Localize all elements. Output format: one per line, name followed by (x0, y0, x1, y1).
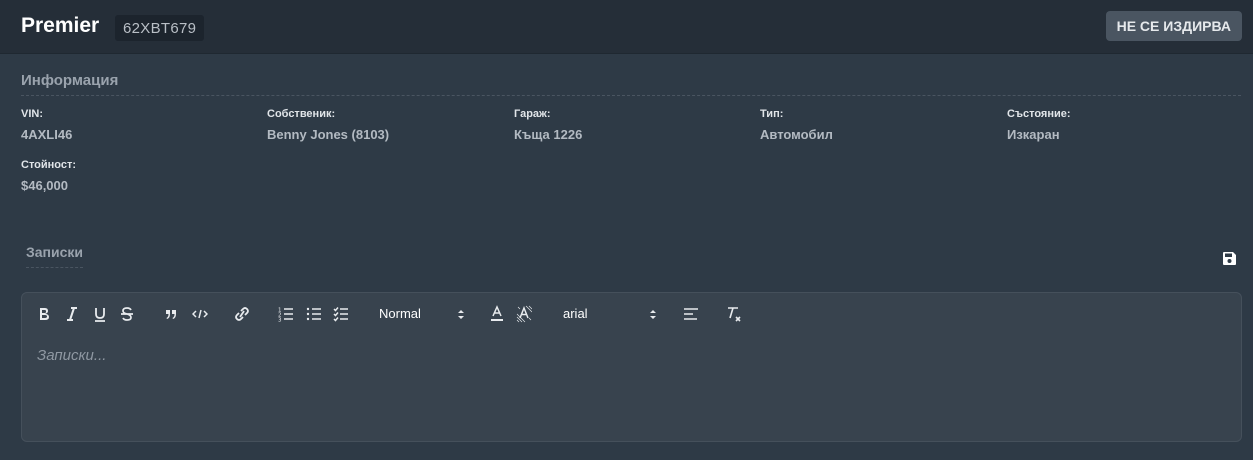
field-value: 4AXLI46 (21, 127, 73, 142)
header-size-value: Normal (379, 306, 421, 321)
ordered-list-icon[interactable]: 123 (278, 305, 294, 323)
plate-badge: 62XBT679 (115, 15, 205, 41)
field-vin: VIN: 4AXLI46 (21, 108, 251, 142)
field-owner: Собственик: Benny Jones (8103) (267, 108, 497, 142)
field-label: VIN: (21, 108, 43, 120)
save-icon[interactable] (1222, 251, 1237, 266)
editor-toolbar: 123 Normal arial (22, 293, 1241, 333)
field-value-price: Стойност: $46,000 (21, 159, 251, 193)
field-label: Собственик: (267, 108, 336, 120)
clear-format-icon[interactable] (726, 305, 742, 323)
field-label: Състояние: (1007, 108, 1071, 120)
field-value: Къща 1226 (514, 127, 583, 142)
blockquote-icon[interactable] (164, 305, 178, 323)
strikethrough-icon[interactable] (120, 305, 134, 323)
field-value: Автомобил (760, 127, 833, 142)
header-size-select[interactable]: Normal (379, 305, 465, 323)
field-state: Състояние: Изкаран (1007, 108, 1237, 142)
notes-section-title: Записки (26, 244, 84, 268)
field-label: Тип: (760, 108, 784, 120)
align-icon[interactable] (683, 305, 699, 323)
link-icon[interactable] (234, 305, 250, 323)
font-family-select[interactable]: arial (563, 305, 657, 323)
field-label: Гараж: (514, 108, 551, 120)
notes-input[interactable]: Записки... (37, 347, 106, 364)
select-arrows-icon (458, 310, 464, 319)
field-label: Стойност: (21, 159, 77, 171)
field-value: Изкаран (1007, 127, 1060, 142)
checklist-icon[interactable] (333, 305, 349, 323)
code-icon[interactable] (192, 305, 208, 323)
field-value: $46,000 (21, 178, 68, 193)
wanted-status-button[interactable]: НЕ СЕ ИЗДИРВА (1105, 11, 1242, 41)
bullet-list-icon[interactable] (306, 305, 322, 323)
svg-text:3: 3 (278, 318, 282, 324)
bold-icon[interactable] (37, 305, 51, 323)
info-section-title: Информация (21, 72, 1241, 96)
select-arrows-icon (650, 310, 656, 319)
italic-icon[interactable] (65, 305, 79, 323)
text-color-icon[interactable] (489, 305, 505, 323)
font-family-value: arial (563, 306, 588, 321)
underline-icon[interactable] (93, 305, 107, 323)
vehicle-header: Premier 62XBT679 НЕ СЕ ИЗДИРВА (0, 0, 1253, 54)
vehicle-model-title: Premier (21, 14, 100, 37)
field-garage: Гараж: Къща 1226 (514, 108, 744, 142)
field-value: Benny Jones (8103) (267, 127, 390, 142)
background-color-icon[interactable] (516, 305, 532, 323)
field-type: Тип: Автомобил (760, 108, 990, 142)
notes-editor: 123 Normal arial Записки... (21, 292, 1242, 442)
